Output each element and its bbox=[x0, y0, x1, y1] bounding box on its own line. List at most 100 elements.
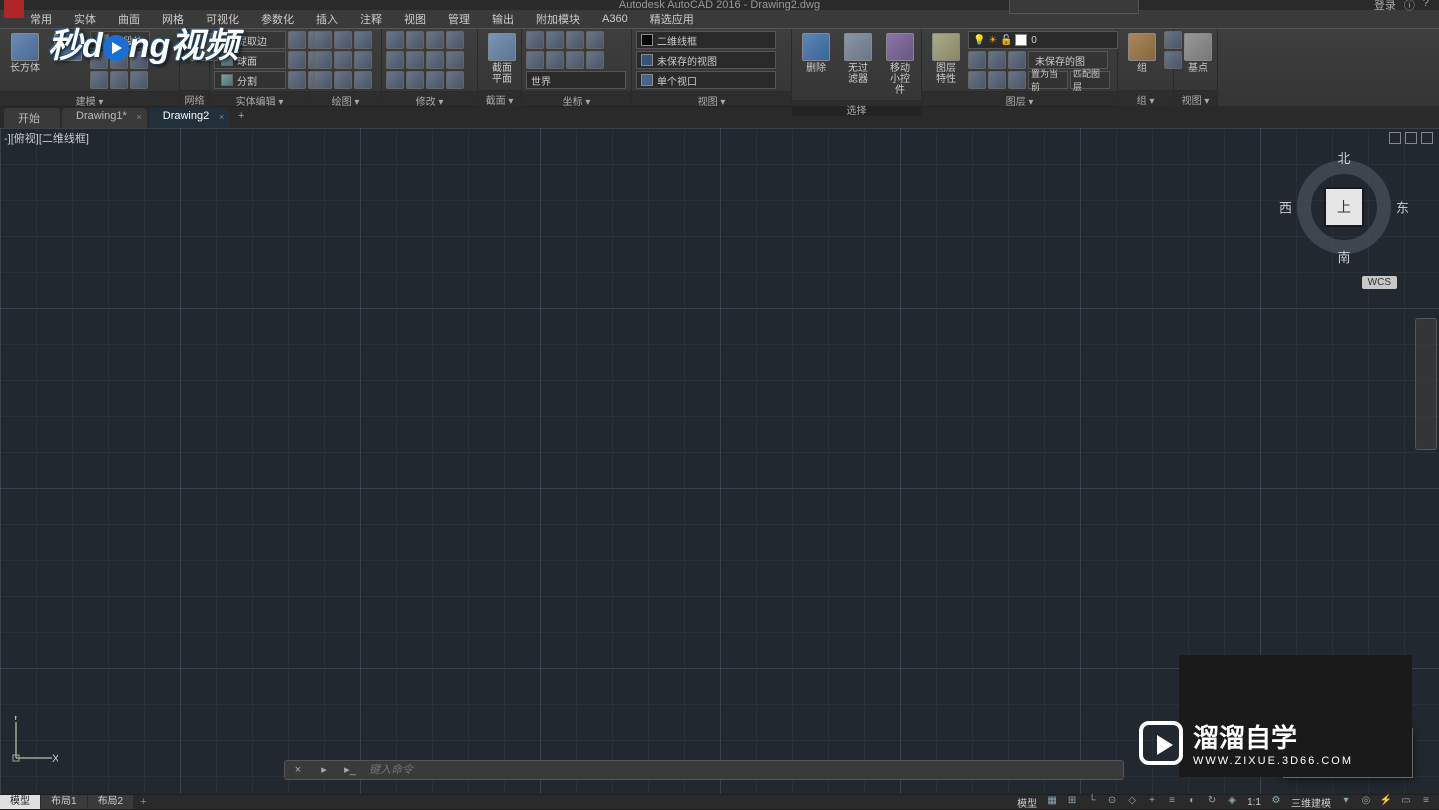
panel-label-view[interactable]: 视图 ▾ bbox=[632, 91, 791, 107]
tool-icon[interactable] bbox=[446, 31, 464, 49]
tool-icon[interactable] bbox=[334, 71, 352, 89]
panel-label-baseview[interactable]: 视图 ▾ bbox=[1174, 90, 1217, 106]
panel-label-modeling[interactable]: 建模 ▾ bbox=[0, 91, 179, 107]
layer-tool-icon[interactable] bbox=[988, 51, 1006, 69]
layer-combo[interactable]: 💡 ☀ 🔓 0 bbox=[968, 31, 1118, 49]
command-input[interactable] bbox=[363, 764, 1123, 776]
tool-icon[interactable] bbox=[314, 51, 332, 69]
panel-label-mesh[interactable]: 网络 bbox=[180, 90, 209, 106]
file-tab-drawing2[interactable]: Drawing2× bbox=[149, 108, 229, 128]
recent-icon[interactable]: ▸ bbox=[315, 761, 333, 779]
layer-tool-icon[interactable] bbox=[968, 71, 986, 89]
tool-icon[interactable] bbox=[386, 31, 404, 49]
clean-screen-icon[interactable]: ▭ bbox=[1397, 795, 1415, 809]
section-plane-button[interactable]: 截面 平面 bbox=[482, 31, 522, 87]
chevron-down-icon[interactable]: ▾ bbox=[1337, 795, 1355, 809]
ucs-icon[interactable] bbox=[546, 51, 564, 69]
compass-west[interactable]: 西 bbox=[1279, 198, 1292, 217]
tool-icon[interactable] bbox=[288, 51, 306, 69]
grid-toggle-icon[interactable]: ▦ bbox=[1043, 795, 1061, 809]
delete-button[interactable]: 删除 bbox=[796, 31, 836, 76]
view-combo[interactable]: 未保存的视图 bbox=[636, 51, 776, 69]
tool-icon[interactable] bbox=[314, 31, 332, 49]
3dosnap-icon[interactable]: ◈ bbox=[1223, 795, 1241, 809]
wcs-badge[interactable]: WCS bbox=[1362, 276, 1397, 289]
compass-east[interactable]: 东 bbox=[1396, 198, 1409, 217]
menu-output[interactable]: 输出 bbox=[482, 9, 524, 29]
status-model[interactable]: 模型 bbox=[1013, 795, 1041, 810]
menu-visualize[interactable]: 可视化 bbox=[196, 9, 249, 29]
layer-tool-icon[interactable] bbox=[1008, 71, 1026, 89]
panel-label-coords[interactable]: 坐标 ▾ bbox=[522, 91, 631, 107]
layer-props-button[interactable]: 图层 特性 bbox=[926, 31, 966, 87]
basepoint-button[interactable]: 基点 bbox=[1178, 31, 1218, 76]
menu-a360[interactable]: A360 bbox=[592, 11, 638, 27]
tool-icon[interactable] bbox=[426, 51, 444, 69]
menu-mesh[interactable]: 网格 bbox=[152, 9, 194, 29]
tool-icon[interactable] bbox=[406, 71, 424, 89]
tool-icon[interactable] bbox=[334, 51, 352, 69]
title-search-box[interactable] bbox=[1009, 0, 1139, 14]
tool-icon[interactable] bbox=[90, 51, 108, 69]
app-icon[interactable] bbox=[4, 0, 24, 18]
help-icon[interactable]: ? bbox=[1423, 0, 1429, 13]
hardware-accel-icon[interactable]: ⚡ bbox=[1377, 795, 1395, 809]
status-workspace[interactable]: 三维建模 bbox=[1287, 795, 1335, 810]
ucs-icon[interactable] bbox=[526, 31, 544, 49]
tool-icon[interactable] bbox=[426, 71, 444, 89]
menu-featured[interactable]: 精选应用 bbox=[640, 9, 704, 29]
snap-toggle-icon[interactable]: ⊞ bbox=[1063, 795, 1081, 809]
new-tab-button[interactable]: + bbox=[231, 110, 251, 128]
panel-label-solidedit[interactable]: 实体编辑 ▾ bbox=[210, 91, 309, 107]
ucs-icon[interactable] bbox=[566, 51, 584, 69]
status-scale[interactable]: 1:1 bbox=[1243, 797, 1265, 808]
ucs-combo[interactable]: 世界 bbox=[526, 71, 626, 89]
polar-toggle-icon[interactable]: ⊙ bbox=[1103, 795, 1121, 809]
layout-tab-model[interactable]: 模型 bbox=[0, 795, 40, 809]
tool-icon[interactable] bbox=[110, 51, 128, 69]
cycling-icon[interactable]: ↻ bbox=[1203, 795, 1221, 809]
file-tab-start[interactable]: 开始 bbox=[4, 108, 60, 128]
layer-tool-icon[interactable] bbox=[988, 71, 1006, 89]
layer-current-button[interactable]: 置为当前 bbox=[1028, 71, 1068, 89]
layer-tool-icon[interactable] bbox=[968, 51, 986, 69]
panel-label-layers[interactable]: 图层 ▾ bbox=[922, 91, 1117, 107]
zoom-icon[interactable] bbox=[1417, 373, 1435, 395]
tool-icon[interactable] bbox=[386, 51, 404, 69]
file-tab-drawing1[interactable]: Drawing1*× bbox=[62, 108, 147, 128]
compass-north[interactable]: 北 bbox=[1337, 148, 1350, 167]
tool-icon[interactable] bbox=[386, 71, 404, 89]
sphere-button[interactable]: 球面 bbox=[214, 51, 286, 69]
ortho-toggle-icon[interactable]: └ bbox=[1083, 795, 1101, 809]
polysolid-button[interactable]: 多段体 bbox=[90, 31, 150, 49]
tool-icon[interactable] bbox=[110, 71, 128, 89]
showmotion-icon[interactable] bbox=[1417, 421, 1435, 443]
orbit-icon[interactable] bbox=[1417, 397, 1435, 419]
pan-icon[interactable] bbox=[1417, 349, 1435, 371]
tool-icon[interactable] bbox=[446, 51, 464, 69]
tool-icon[interactable] bbox=[446, 71, 464, 89]
tool-icon[interactable] bbox=[334, 31, 352, 49]
extrude-button[interactable] bbox=[48, 31, 88, 65]
split-button[interactable]: 分割 bbox=[214, 71, 286, 89]
panel-label-draw[interactable]: 绘图 ▾ bbox=[310, 91, 381, 107]
menu-insert[interactable]: 插入 bbox=[306, 9, 348, 29]
extract-edges-button[interactable]: 提取边 bbox=[214, 31, 286, 49]
tool-icon[interactable] bbox=[354, 51, 372, 69]
menu-home[interactable]: 常用 bbox=[20, 9, 62, 29]
viewport-label[interactable]: -][俯视][二维线框] bbox=[4, 130, 89, 146]
viewport-combo[interactable]: 单个视口 bbox=[636, 71, 776, 89]
dyn-input-icon[interactable]: + bbox=[1143, 795, 1161, 809]
lineweight-icon[interactable]: ≡ bbox=[1163, 795, 1181, 809]
tool-icon[interactable] bbox=[90, 71, 108, 89]
ucs-icon[interactable] bbox=[566, 31, 584, 49]
group-button[interactable]: 组 bbox=[1122, 31, 1162, 76]
close-icon[interactable]: × bbox=[219, 112, 224, 122]
add-layout-button[interactable]: + bbox=[134, 796, 152, 808]
tool-icon[interactable] bbox=[406, 51, 424, 69]
minimize-icon[interactable] bbox=[1389, 132, 1401, 144]
no-filter-button[interactable]: 无过滤器 bbox=[838, 31, 878, 87]
menu-surface[interactable]: 曲面 bbox=[108, 9, 150, 29]
command-line[interactable]: × ▸ ▸_ bbox=[284, 760, 1124, 780]
tool-icon[interactable] bbox=[426, 31, 444, 49]
